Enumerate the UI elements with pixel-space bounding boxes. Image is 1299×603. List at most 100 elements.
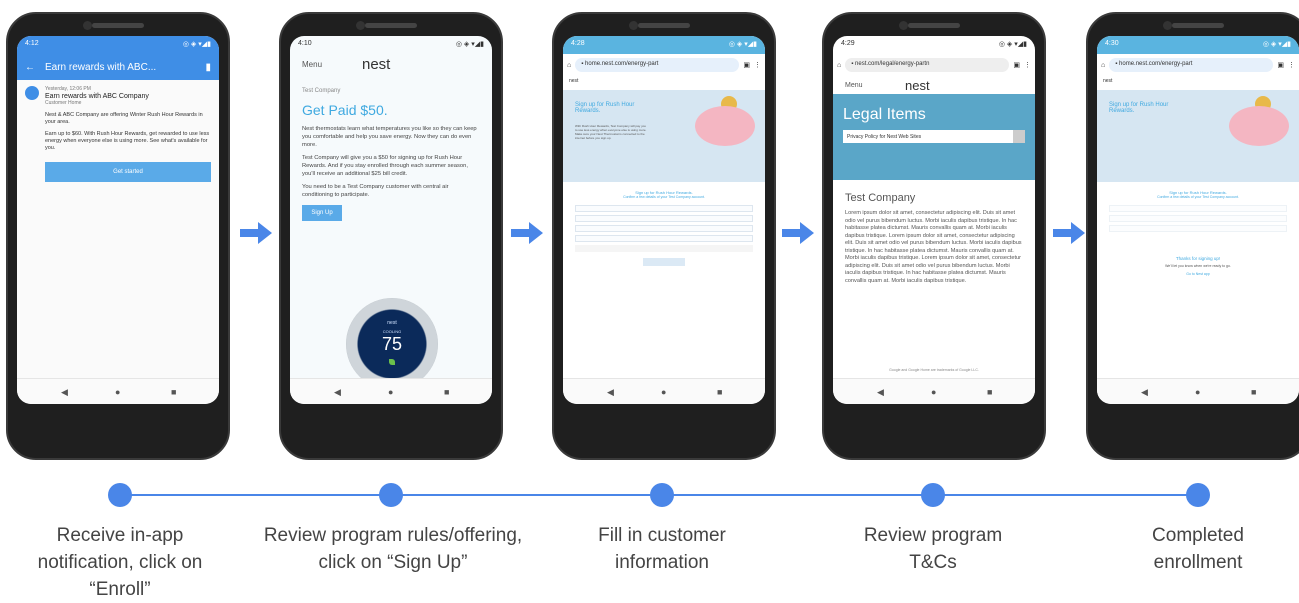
- phone-screen: 4:10 ◎ ◈ ▾◢▮ Menu nest Test Company Get P…: [290, 36, 492, 404]
- notification-subtitle: Customer Home: [45, 100, 82, 106]
- legal-footer: Google and Google Home are trademarks of…: [889, 368, 979, 372]
- sign-up-button[interactable]: Sign Up: [302, 205, 342, 221]
- status-icons: ◎ ◈ ▾◢▮: [455, 41, 484, 48]
- browser-url-bar: ⌂ ▪ home.nest.com/energy-part ▣ ⋮: [1097, 54, 1299, 76]
- offer-headline: Get Paid $50.: [302, 102, 388, 118]
- step-label-line: Completed: [1152, 525, 1244, 546]
- offer-para2: Test Company will give you a $50 for sig…: [302, 155, 468, 177]
- step-label-line: Review program: [863, 525, 1003, 546]
- account-field[interactable]: [575, 215, 753, 222]
- url-field[interactable]: ▪ nest.com/legal/energy-partn: [845, 58, 1010, 72]
- menu-link[interactable]: Menu: [302, 60, 362, 69]
- overflow-menu-icon[interactable]: ⋮: [754, 61, 761, 69]
- android-nav-bar: ◀ ● ■: [833, 378, 1035, 404]
- tabs-icon[interactable]: ▣: [1277, 61, 1284, 69]
- home-icon[interactable]: ⌂: [567, 62, 571, 69]
- nav-back-icon[interactable]: ◀: [61, 387, 68, 398]
- nav-recents-icon[interactable]: ■: [1251, 387, 1256, 397]
- notification-date: Yesterday, 12:06 PM: [45, 86, 91, 92]
- app-bar: 4:12 ◎ ◈ ▾◢▮ ← Earn rewards with ABC... ▮: [17, 36, 219, 80]
- status-bar: 4:28 ◎ ◈ ▾◢▮: [563, 36, 765, 54]
- nav-home-icon[interactable]: ●: [388, 387, 393, 397]
- phone-screen: 4:12 ◎ ◈ ▾◢▮ ← Earn rewards with ABC... ▮…: [17, 36, 219, 404]
- form-subtitle: Confirm a few details of your Test Compa…: [1157, 195, 1239, 199]
- phone-speaker: [365, 23, 417, 28]
- timeline-dot-5: [1186, 483, 1210, 507]
- thermostat-brand: nest: [387, 320, 397, 326]
- nav-back-icon[interactable]: ◀: [877, 387, 884, 398]
- step-label-5: Completed enrollment: [1098, 522, 1298, 576]
- phone-camera: [1162, 21, 1172, 30]
- url-field[interactable]: ▪ home.nest.com/energy-part: [1109, 58, 1274, 72]
- site-brand: nest: [569, 78, 579, 84]
- nav-home-icon[interactable]: ●: [661, 387, 666, 397]
- phone-notification: 4:12 ◎ ◈ ▾◢▮ ← Earn rewards with ABC... ▮…: [6, 12, 230, 460]
- back-arrow-icon[interactable]: ←: [25, 62, 35, 73]
- tabs-icon[interactable]: ▣: [1013, 61, 1020, 69]
- tabs-icon[interactable]: ▣: [743, 61, 750, 69]
- url-text: home.nest.com/energy-part: [585, 61, 659, 67]
- phone-screen: 4:30 ◎ ◈ ▾◢▮ ⌂ ▪ home.nest.com/energy-par…: [1097, 36, 1299, 404]
- android-nav-bar: ◀ ● ■: [290, 378, 492, 404]
- phone-form: 4:28 ◎ ◈ ▾◢▮ ⌂ ▪ home.nest.com/energy-par…: [552, 12, 776, 460]
- offer-para1: Nest thermostats learn what temperatures…: [302, 126, 477, 148]
- offer-para3: You need to be a Test Company customer w…: [302, 184, 449, 198]
- go-to-app-link[interactable]: Go to Nest app: [1097, 272, 1299, 276]
- sender-avatar: [25, 86, 39, 100]
- step-label-line: Receive in-app: [56, 525, 184, 546]
- legal-body: Lorem ipsum dolor sit amet, consectetur …: [845, 210, 1022, 284]
- nav-recents-icon[interactable]: ■: [717, 387, 722, 397]
- address-field[interactable]: [575, 225, 753, 232]
- status-time: 4:30: [1105, 40, 1119, 47]
- home-icon[interactable]: ⌂: [1101, 62, 1105, 69]
- nav-home-icon[interactable]: ●: [115, 387, 120, 397]
- step-label-line: Fill in customer: [598, 525, 726, 546]
- nav-back-icon[interactable]: ◀: [607, 387, 614, 398]
- step-label-1: Receive in-app notification, click on “E…: [10, 522, 230, 603]
- right-arrow-icon: [782, 222, 814, 244]
- browser-url-bar: ⌂ ▪ home.nest.com/energy-part ▣ ⋮: [563, 54, 765, 76]
- status-bar: 4:30 ◎ ◈ ▾◢▮: [1097, 36, 1299, 54]
- nav-recents-icon[interactable]: ■: [444, 387, 449, 397]
- submit-button[interactable]: [643, 258, 685, 266]
- android-nav-bar: ◀ ● ■: [17, 378, 219, 404]
- site-brand: nest: [1103, 78, 1113, 84]
- leaf-icon: [389, 359, 395, 365]
- status-time: 4:29: [841, 40, 855, 47]
- phone-offer: 4:10 ◎ ◈ ▾◢▮ Menu nest Test Company Get P…: [279, 12, 503, 460]
- company-image: Test Company: [302, 88, 341, 94]
- status-time: 4:28: [571, 40, 585, 47]
- url-field[interactable]: ▪ home.nest.com/energy-part: [575, 58, 740, 72]
- city-field[interactable]: [575, 235, 753, 242]
- nav-recents-icon[interactable]: ■: [987, 387, 992, 397]
- status-icons: ◎ ◈ ▾◢▮: [728, 41, 757, 48]
- nav-recents-icon[interactable]: ■: [171, 387, 176, 397]
- phone-speaker: [92, 23, 144, 28]
- terms-checkbox[interactable]: [575, 245, 753, 252]
- policy-select[interactable]: Privacy Policy for Nest Web Sites: [843, 130, 1025, 143]
- nav-back-icon[interactable]: ◀: [334, 387, 341, 398]
- phone-camera: [355, 21, 365, 30]
- status-icons: ◎ ◈ ▾◢▮: [182, 41, 211, 48]
- trash-icon[interactable]: ▮: [205, 62, 211, 73]
- appbar-title: Earn rewards with ABC...: [45, 61, 157, 73]
- status-time: 4:10: [298, 40, 312, 47]
- nav-back-icon[interactable]: ◀: [1141, 387, 1148, 398]
- phone-legal: 4:29 ◎ ◈ ▾◢▮ ⌂ ▪ nest.com/legal/energy-pa…: [822, 12, 1046, 460]
- name-field[interactable]: [575, 205, 753, 212]
- nav-home-icon[interactable]: ●: [931, 387, 936, 397]
- overflow-menu-icon[interactable]: ⋮: [1024, 61, 1031, 69]
- get-started-button[interactable]: Get started: [45, 162, 211, 182]
- phone-camera: [628, 21, 638, 30]
- nav-home-icon[interactable]: ●: [1195, 387, 1200, 397]
- step-label-line: notification, click on: [37, 552, 203, 573]
- phone-screen: 4:29 ◎ ◈ ▾◢▮ ⌂ ▪ nest.com/legal/energy-pa…: [833, 36, 1035, 404]
- browser-url-bar: ⌂ ▪ nest.com/legal/energy-partn ▣ ⋮: [833, 54, 1035, 76]
- phone-complete: 4:30 ◎ ◈ ▾◢▮ ⌂ ▪ home.nest.com/energy-par…: [1086, 12, 1299, 460]
- step-label-2: Review program rules/offering, click on …: [241, 522, 545, 576]
- home-icon[interactable]: ⌂: [837, 62, 841, 69]
- menu-link[interactable]: Menu: [845, 82, 905, 89]
- overflow-menu-icon[interactable]: ⋮: [1288, 61, 1295, 69]
- step-label-line: Review program rules/offering,: [263, 525, 523, 546]
- step-label-line: T&Cs: [909, 552, 957, 573]
